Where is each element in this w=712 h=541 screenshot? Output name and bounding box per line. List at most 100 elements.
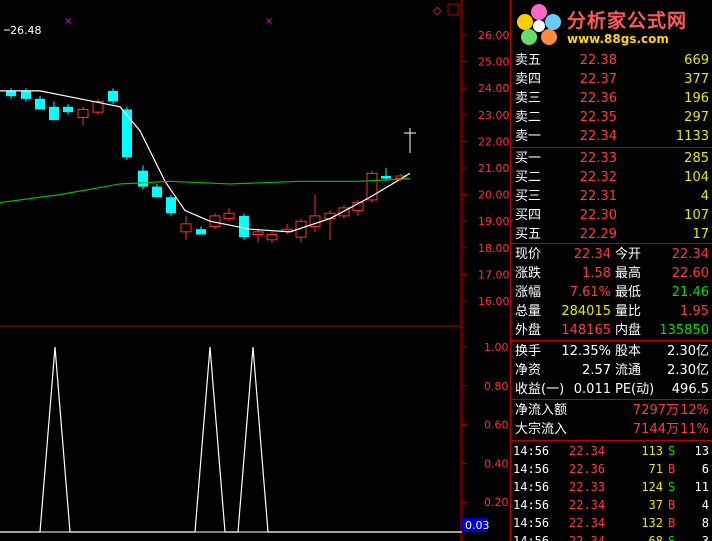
- candle-body: [21, 90, 31, 99]
- fund-row[interactable]: 收益(一) 0.011 PE(动) 496.5: [511, 380, 712, 399]
- quote-row[interactable]: 外盘 148165 内盘 135850: [511, 321, 712, 340]
- flow-amount: 7144万: [632, 422, 679, 437]
- flow-row[interactable]: 大宗流入 7144万 11%: [511, 420, 712, 439]
- fund-separator: [511, 340, 712, 341]
- bid-volume: 17: [692, 227, 709, 242]
- bid-price: 22.32: [579, 170, 617, 185]
- price-tick-label: 25.00: [478, 56, 510, 69]
- quote-value: 1.58: [582, 266, 611, 281]
- ask-price: 22.36: [579, 91, 617, 106]
- tick-time: 14:56: [513, 516, 550, 530]
- candle-body: [49, 106, 59, 121]
- bid-row[interactable]: 买二 22.32 104: [511, 168, 712, 187]
- quote-value: 22.34: [573, 247, 611, 262]
- tick-row[interactable]: 14:56 22.34 113 S 13: [511, 442, 712, 460]
- tick-row[interactable]: 14:56 22.34 132 B 8: [511, 514, 712, 532]
- scroll-box-icon[interactable]: [447, 3, 459, 16]
- tick-row[interactable]: 14:56 22.34 68 S 3: [511, 532, 712, 541]
- tick-row[interactable]: 14:56 22.36 71 B 6: [511, 460, 712, 478]
- tick-price: 22.36: [569, 462, 606, 476]
- quote-value: 7.61%: [569, 285, 611, 300]
- candle-body: [122, 109, 132, 158]
- fund-value-2: 496.5: [671, 382, 709, 397]
- fund-row[interactable]: 换手 12.35% 股本 2.30亿: [511, 342, 712, 361]
- candle-body: [266, 234, 278, 241]
- ask-label: 卖二: [515, 110, 542, 125]
- indicator-value: 0.03: [465, 519, 490, 532]
- candle-body: [252, 231, 264, 235]
- tick-row[interactable]: 14:56 22.34 37 B 4: [511, 496, 712, 514]
- quote-value-2: 135850: [659, 323, 709, 338]
- bid-price: 22.33: [579, 151, 617, 166]
- flower-logo-icon: [517, 4, 561, 45]
- ask-label: 卖四: [515, 72, 542, 87]
- fund-row[interactable]: 净资 2.57 流通 2.30亿: [511, 361, 712, 380]
- price-chart[interactable]: × × 26.48 ◇: [0, 0, 462, 541]
- bid-label: 买四: [515, 208, 542, 223]
- indicator-tick-label: 0.40: [484, 457, 509, 470]
- flow-separator: [511, 399, 712, 400]
- bid-row[interactable]: 买四 22.30 107: [511, 206, 712, 225]
- price-tick-label: 20.00: [478, 189, 510, 202]
- candle-body: [223, 212, 235, 220]
- candle-body: [381, 175, 391, 179]
- fund-value: 0.011: [573, 382, 611, 397]
- bid-row[interactable]: 买一 22.33 285: [511, 149, 712, 168]
- ask-row[interactable]: 卖二 22.35 297: [511, 108, 712, 127]
- quote-row[interactable]: 总量 284015 量比 1.95: [511, 302, 712, 321]
- tick-time: 14:56: [513, 462, 550, 476]
- candle-body: [196, 229, 206, 235]
- candle-body: [77, 108, 89, 118]
- ticks-separator: [511, 440, 712, 441]
- tick-price: 22.34: [569, 516, 606, 530]
- bid-row[interactable]: 买五 22.29 17: [511, 225, 712, 244]
- price-tick-label: 17.00: [478, 268, 510, 281]
- ask-price: 22.38: [579, 53, 617, 68]
- indicator-line: [0, 346, 462, 533]
- ask-row[interactable]: 卖三 22.36 196: [511, 89, 712, 108]
- tick-price: 22.34: [569, 498, 606, 512]
- tick-time: 14:56: [513, 444, 550, 458]
- diamond-icon[interactable]: ◇: [433, 4, 442, 17]
- quote-label-2: 内盘: [615, 323, 642, 338]
- ask-row[interactable]: 卖四 22.37 377: [511, 70, 712, 89]
- tick-side: S: [668, 444, 676, 458]
- price-tick-label: 18.00: [478, 242, 510, 255]
- tick-price: 22.34: [569, 534, 606, 541]
- ma-long-line: [0, 178, 411, 204]
- tick-count: 11: [694, 480, 709, 494]
- quote-row[interactable]: 涨跌 1.58 最高 22.60: [511, 264, 712, 283]
- tick-count: 3: [701, 534, 709, 541]
- flow-label: 净流入额: [515, 403, 568, 418]
- price-tick-label: 23.00: [478, 109, 510, 122]
- candle-body: [180, 223, 192, 233]
- ask-volume: 196: [684, 91, 709, 106]
- quote-row[interactable]: 涨幅 7.61% 最低 21.46: [511, 283, 712, 302]
- candle-body: [63, 106, 73, 113]
- tick-volume: 132: [641, 516, 663, 530]
- fund-value-2: 2.30亿: [667, 344, 709, 359]
- quote-label: 总量: [515, 304, 542, 319]
- indicator-tick-label: 0.60: [484, 419, 509, 432]
- tick-side: B: [668, 462, 676, 476]
- ask-label: 卖三: [515, 91, 542, 106]
- fund-label-2: PE(动): [615, 382, 655, 397]
- ask-row[interactable]: 卖五 22.38 669: [511, 51, 712, 70]
- flow-row[interactable]: 净流入额 7297万 12%: [511, 401, 712, 420]
- tick-count: 13: [694, 444, 709, 458]
- bid-volume: 4: [700, 189, 709, 204]
- quote-label-2: 今开: [615, 247, 642, 262]
- tick-count: 4: [701, 498, 709, 512]
- tick-volume: 71: [648, 462, 663, 476]
- fund-label: 收益(一): [515, 382, 565, 397]
- bid-row[interactable]: 买三 22.31 4: [511, 187, 712, 206]
- ask-row[interactable]: 卖一 22.34 1133: [511, 127, 712, 146]
- quote-label: 外盘: [515, 323, 542, 338]
- tick-count: 6: [701, 462, 709, 476]
- ask-volume: 297: [684, 110, 709, 125]
- quote-row[interactable]: 现价 22.34 今开 22.34: [511, 245, 712, 264]
- indicator-tick-label: 0.20: [484, 496, 509, 509]
- indicator-tick-labels: 1.00 0.80 0.60 0.40 0.20: [462, 341, 509, 509]
- tick-row[interactable]: 14:56 22.33 124 S 11: [511, 478, 712, 496]
- bid-label: 买一: [515, 151, 542, 166]
